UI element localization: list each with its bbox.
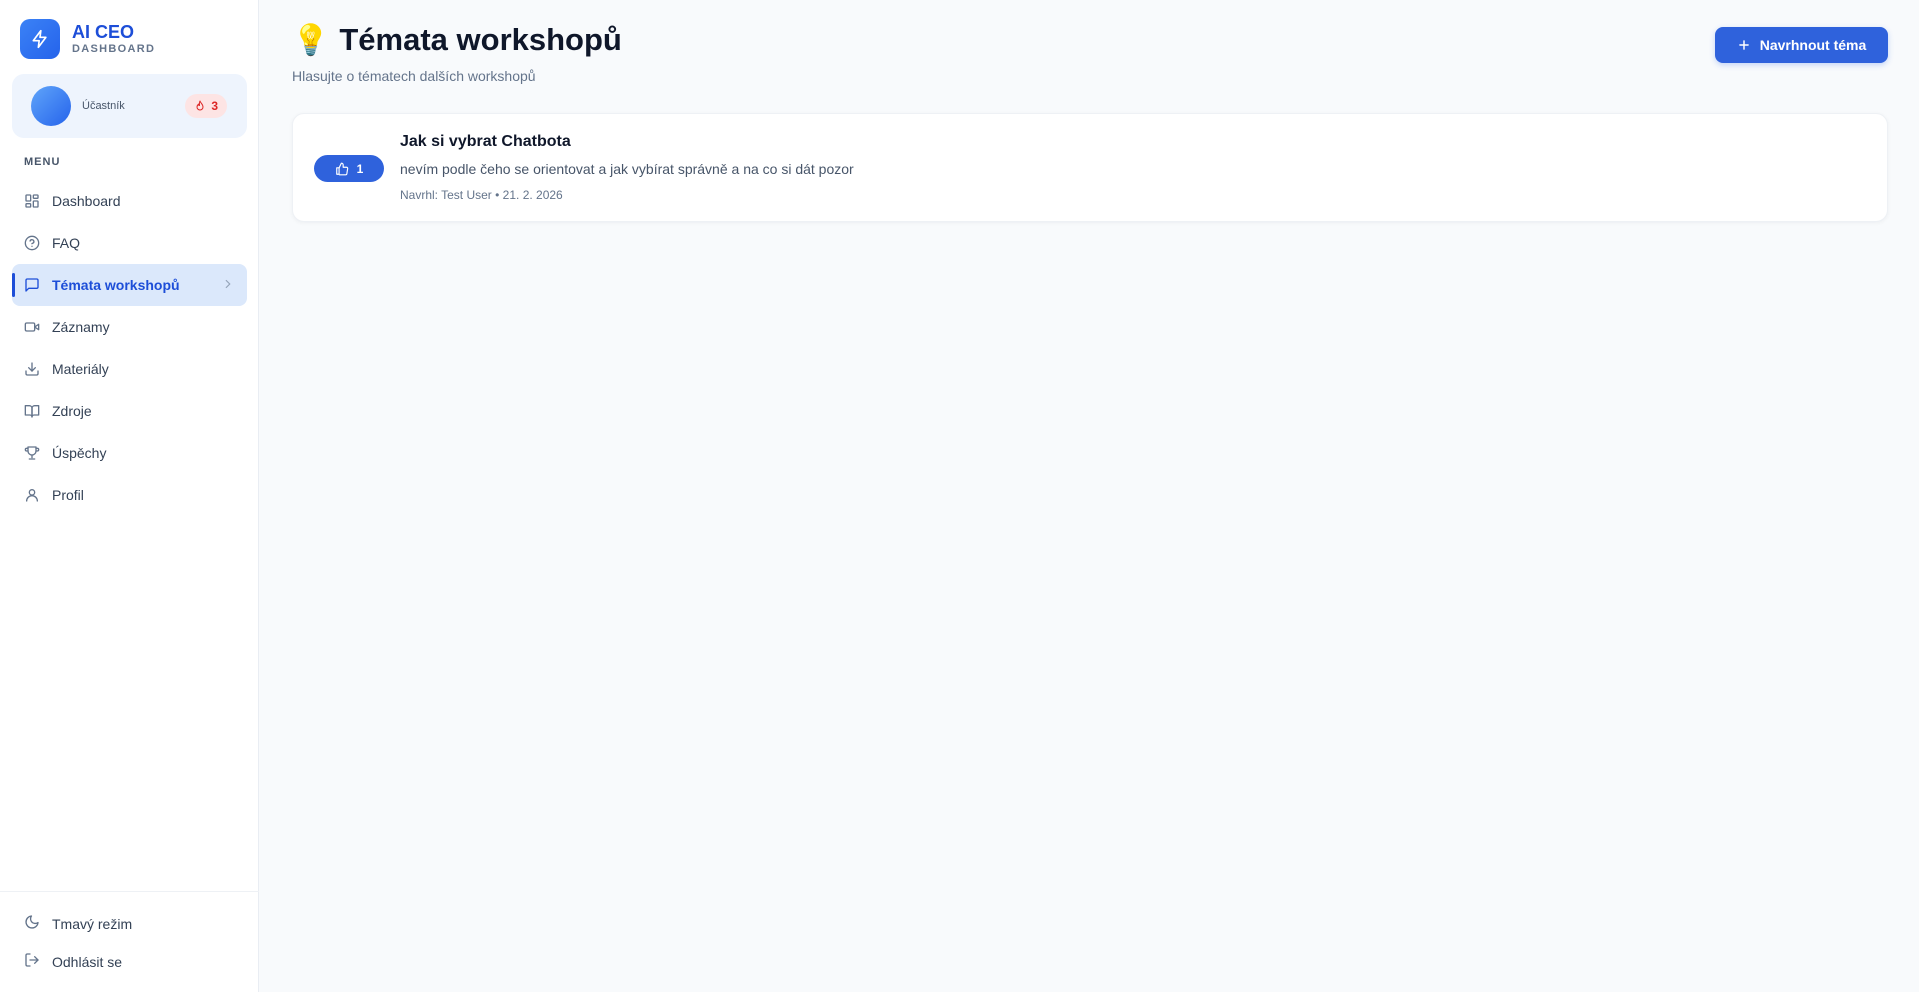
streak-count: 3: [211, 99, 218, 113]
page-title: 💡 Témata workshopů: [292, 22, 622, 58]
lightbulb-icon: 💡: [292, 23, 330, 57]
sidebar-footer: Tmavý režim Odhlásit se: [0, 891, 259, 992]
page-title-text: Témata workshopů: [339, 22, 622, 57]
flame-icon: [196, 100, 204, 111]
sidebar-item-label: Zdroje: [52, 403, 92, 419]
topic-description: nevím podle čeho se orientovat a jak vyb…: [400, 161, 854, 177]
video-icon: [24, 319, 40, 335]
logout-icon: [24, 952, 40, 971]
upvote-button[interactable]: 1: [314, 155, 384, 182]
suggest-topic-button[interactable]: Navrhnout téma: [1715, 27, 1888, 63]
sidebar-item-recordings[interactable]: Záznamy: [12, 306, 247, 348]
suggest-topic-label: Navrhnout téma: [1759, 37, 1867, 53]
user-card[interactable]: Účastník 3: [12, 74, 247, 138]
topic-card: 1 Jak si vybrat Chatbota nevím podle čeh…: [292, 113, 1888, 222]
dark-mode-toggle[interactable]: Tmavý režim: [24, 914, 132, 933]
sidebar: AI CEO DASHBOARD Účastník 3 MENU Dashboa…: [0, 0, 259, 992]
sidebar-item-profile[interactable]: Profil: [12, 474, 247, 516]
plus-icon: [1738, 40, 1749, 50]
sidebar-item-label: Materiály: [52, 361, 109, 377]
grid-icon: [24, 193, 40, 209]
bolt-icon: [20, 19, 60, 59]
moon-icon: [24, 914, 40, 933]
sidebar-nav: Dashboard FAQ Témata workshopů Záznamy M…: [12, 180, 247, 516]
sidebar-item-label: FAQ: [52, 235, 81, 251]
sidebar-item-materials[interactable]: Materiály: [12, 348, 247, 390]
trophy-icon: [24, 445, 40, 461]
sidebar-item-workshop-topics[interactable]: Témata workshopů: [12, 264, 247, 306]
topic-title: Jak si vybrat Chatbota: [400, 133, 571, 150]
logout-label: Odhlásit se: [52, 953, 123, 970]
sidebar-item-label: Dashboard: [52, 193, 121, 209]
download-icon: [24, 361, 40, 377]
dark-mode-label: Tmavý režim: [52, 915, 133, 932]
sidebar-item-dashboard[interactable]: Dashboard: [12, 180, 247, 222]
sidebar-item-label: Profil: [52, 487, 84, 503]
streak-badge: 3: [185, 94, 227, 118]
sidebar-item-achievements[interactable]: Úspěchy: [12, 432, 247, 474]
topic-meta: Navrhl: Test User • 21. 2. 2026: [400, 188, 563, 202]
vote-count: 1: [356, 161, 364, 176]
menu-label: MENU: [24, 156, 61, 168]
sidebar-item-resources[interactable]: Zdroje: [12, 390, 247, 432]
logout-button[interactable]: Odhlásit se: [24, 952, 122, 971]
avatar: [31, 86, 71, 126]
message-square-icon: [24, 277, 40, 293]
brand[interactable]: AI CEO DASHBOARD: [20, 19, 155, 59]
user-role: Účastník: [82, 100, 125, 112]
sidebar-item-faq[interactable]: FAQ: [12, 222, 247, 264]
book-open-icon: [24, 403, 40, 419]
sidebar-item-label: Záznamy: [52, 319, 110, 335]
user-icon: [24, 487, 40, 503]
page-subtitle: Hlasujte o tématech dalších workshopů: [292, 68, 536, 84]
sidebar-item-label: Úspěchy: [52, 445, 107, 461]
sidebar-item-label: Témata workshopů: [52, 277, 180, 293]
chevron-right-icon: [221, 277, 235, 294]
help-circle-icon: [24, 235, 40, 251]
brand-subtitle: DASHBOARD: [72, 43, 156, 55]
thumbs-up-icon: [335, 162, 348, 175]
brand-title: AI CEO: [72, 22, 135, 42]
